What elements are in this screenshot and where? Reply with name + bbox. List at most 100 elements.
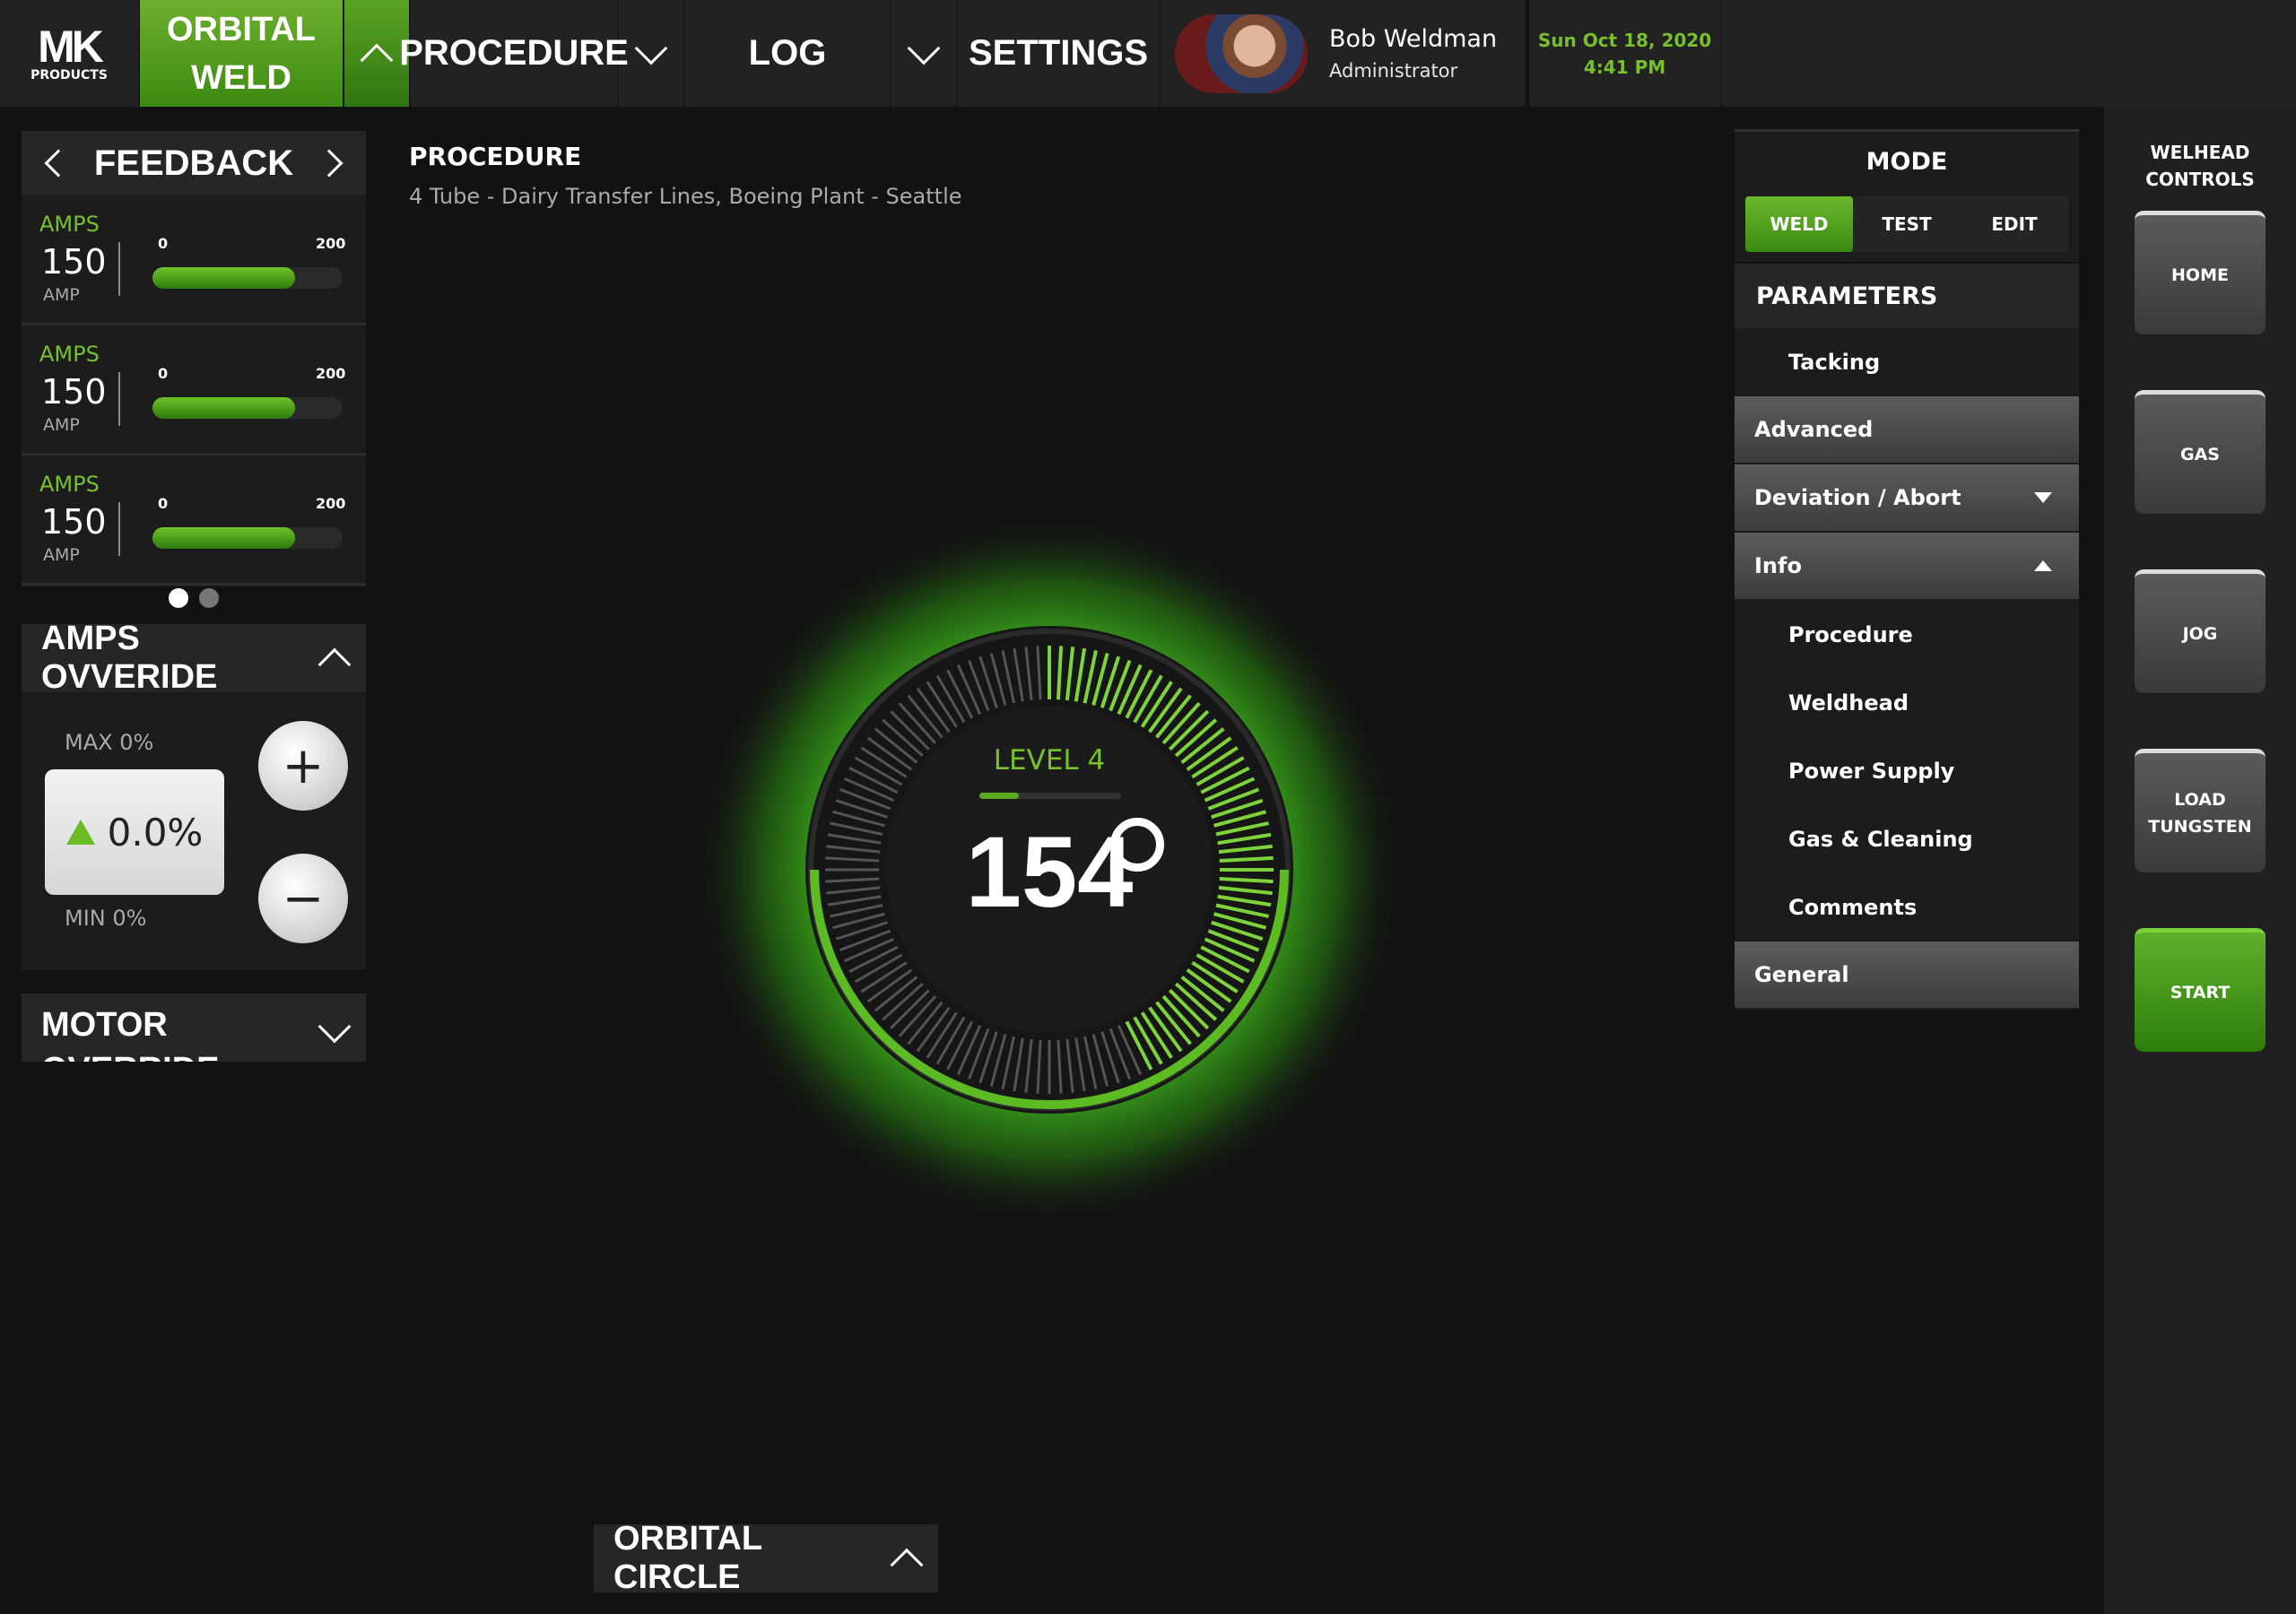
- param-item-comments[interactable]: Comments: [1735, 873, 2079, 941]
- nav-log[interactable]: LOG: [685, 0, 891, 107]
- top-nav-bar: MK PRODUCTS ORBITAL WELD PROCEDURE LOG S…: [0, 0, 2296, 107]
- home-button[interactable]: HOME: [2135, 211, 2266, 334]
- divider: [118, 502, 120, 556]
- param-section-deviation[interactable]: Deviation / Abort: [1735, 464, 2079, 533]
- orbital-circle-title: ORBITAL CIRCLE: [613, 1520, 762, 1596]
- parameters-panel: PARAMETERS Tacking Advanced Deviation / …: [1735, 264, 2079, 1010]
- override-min-label: MIN 0%: [65, 906, 147, 931]
- nav-settings[interactable]: SETTINGS: [958, 0, 1161, 107]
- section-label: Deviation / Abort: [1754, 485, 1961, 510]
- jog-button[interactable]: JOG: [2135, 569, 2266, 693]
- caret-up-icon: [2034, 560, 2052, 571]
- override-max-label: MAX 0%: [65, 730, 154, 755]
- param-section-advanced[interactable]: Advanced: [1735, 396, 2079, 464]
- feedback-title: FEEDBACK: [93, 143, 294, 183]
- motor-override-panel[interactable]: MOTOR OVERRIDE: [22, 994, 366, 1062]
- divider: [118, 372, 120, 426]
- rail-title-line2: CONTROLS: [2145, 169, 2255, 190]
- logo-subtitle: PRODUCTS: [30, 67, 108, 82]
- amps-override-title: AMPS OVVERIDE: [41, 620, 218, 696]
- feedback-value: 150: [41, 502, 107, 542]
- weldhead-controls-rail: WELHEAD CONTROLS HOME GAS JOG LOAD TUNGST…: [2104, 107, 2296, 1614]
- param-item-tacking[interactable]: Tacking: [1735, 328, 2079, 396]
- feedback-max: 200: [316, 365, 346, 382]
- page-dot-active[interactable]: [169, 588, 188, 608]
- param-section-info[interactable]: Info: [1735, 533, 2079, 601]
- feedback-max: 200: [316, 235, 346, 252]
- feedback-min: 0: [158, 365, 169, 382]
- feedback-row: AMPS 150 AMP 0 200: [22, 456, 366, 586]
- load-tungsten-button[interactable]: LOAD TUNGSTEN: [2135, 749, 2266, 872]
- feedback-level-fill: [152, 267, 295, 289]
- feedback-panel: FEEDBACK AMPS 150 AMP 0 200 AMPS 150 AMP…: [22, 131, 366, 608]
- user-name: Bob Weldman: [1329, 25, 1498, 53]
- nav-log-dropdown[interactable]: [891, 0, 958, 107]
- feedback-unit: AMP: [43, 415, 80, 435]
- avatar: [1175, 13, 1308, 93]
- amps-override-panel: AMPS OVVERIDE MAX 0% 0.0% MIN 0% + −: [22, 620, 366, 970]
- user-profile[interactable]: Bob Weldman Administrator: [1161, 0, 1526, 107]
- gas-button[interactable]: GAS: [2135, 390, 2266, 514]
- plus-icon: +: [282, 736, 325, 795]
- chevron-down-icon: [907, 31, 941, 65]
- tab-edit[interactable]: EDIT: [1961, 196, 2068, 252]
- orbital-circle-toggle[interactable]: ORBITAL CIRCLE: [594, 1520, 938, 1596]
- time-text: 4:41 PM: [1583, 56, 1666, 78]
- section-label: Info: [1754, 553, 1802, 578]
- tab-test[interactable]: TEST: [1853, 196, 1961, 252]
- feedback-value: 150: [41, 242, 107, 282]
- mk-products-logo[interactable]: MK PRODUCTS: [0, 0, 140, 107]
- param-item-power-supply[interactable]: Power Supply: [1735, 737, 2079, 805]
- date-time: Sun Oct 18, 2020 4:41 PM: [1526, 0, 1722, 107]
- feedback-max: 200: [316, 495, 346, 512]
- feedback-row: AMPS 150 AMP 0 200: [22, 325, 366, 456]
- override-value-display: 0.0%: [45, 769, 224, 895]
- feedback-label: AMPS: [39, 472, 100, 497]
- triangle-up-icon: [65, 820, 95, 845]
- degree-symbol: [1110, 818, 1164, 872]
- mode-panel: MODE WELD TEST EDIT: [1735, 129, 2079, 262]
- rail-title: WELHEAD CONTROLS: [2104, 139, 2296, 193]
- increase-button[interactable]: +: [258, 721, 348, 811]
- chevron-left-icon[interactable]: [44, 149, 73, 178]
- feedback-min: 0: [158, 235, 169, 252]
- feedback-level-fill: [152, 397, 295, 419]
- feedback-unit: AMP: [43, 285, 80, 305]
- feedback-unit: AMP: [43, 545, 80, 565]
- param-section-general[interactable]: General: [1735, 941, 2079, 1010]
- level-label: LEVEL 4: [993, 744, 1106, 777]
- param-item-weldhead[interactable]: Weldhead: [1735, 669, 2079, 737]
- nav-procedure[interactable]: PROCEDURE: [399, 0, 629, 107]
- level-bar: [979, 793, 1121, 799]
- amps-override-header[interactable]: AMPS OVVERIDE: [22, 620, 366, 696]
- level-bar-fill: [979, 793, 1020, 799]
- load-line2: TUNGSTEN: [2148, 816, 2252, 837]
- start-button[interactable]: START: [2135, 928, 2266, 1052]
- feedback-label: AMPS: [39, 342, 100, 367]
- feedback-level-fill: [152, 527, 295, 549]
- tab-weld[interactable]: WELD: [1745, 196, 1853, 252]
- feedback-value: 150: [41, 372, 107, 412]
- override-value: 0.0%: [107, 810, 204, 855]
- procedure-description: 4 Tube - Dairy Transfer Lines, Boeing Pl…: [409, 184, 962, 209]
- feedback-row: AMPS 150 AMP 0 200: [22, 195, 366, 325]
- nav-orbital-weld[interactable]: ORBITAL WELD: [140, 0, 344, 107]
- feedback-min: 0: [158, 495, 169, 512]
- decrease-button[interactable]: −: [258, 854, 348, 943]
- nav-orbital-line2: WELD: [191, 58, 291, 97]
- chevron-right-icon[interactable]: [315, 149, 344, 178]
- mode-tabs: WELD TEST EDIT: [1745, 196, 2068, 252]
- nav-procedure-dropdown[interactable]: [619, 0, 685, 107]
- user-role: Administrator: [1329, 60, 1458, 82]
- pagination-dots: [22, 588, 366, 612]
- feedback-level-bar: [152, 397, 343, 419]
- rail-title-line1: WELHEAD: [2150, 142, 2250, 163]
- chevron-down-icon: [317, 1010, 352, 1044]
- param-item-gas-cleaning[interactable]: Gas & Cleaning: [1735, 805, 2079, 873]
- param-item-procedure[interactable]: Procedure: [1735, 601, 2079, 669]
- nav-orbital-line1: ORBITAL: [166, 10, 317, 48]
- page-dot[interactable]: [199, 588, 219, 608]
- section-label: Advanced: [1754, 417, 1874, 442]
- chevron-up-icon: [360, 43, 394, 76]
- section-label: General: [1754, 962, 1849, 987]
